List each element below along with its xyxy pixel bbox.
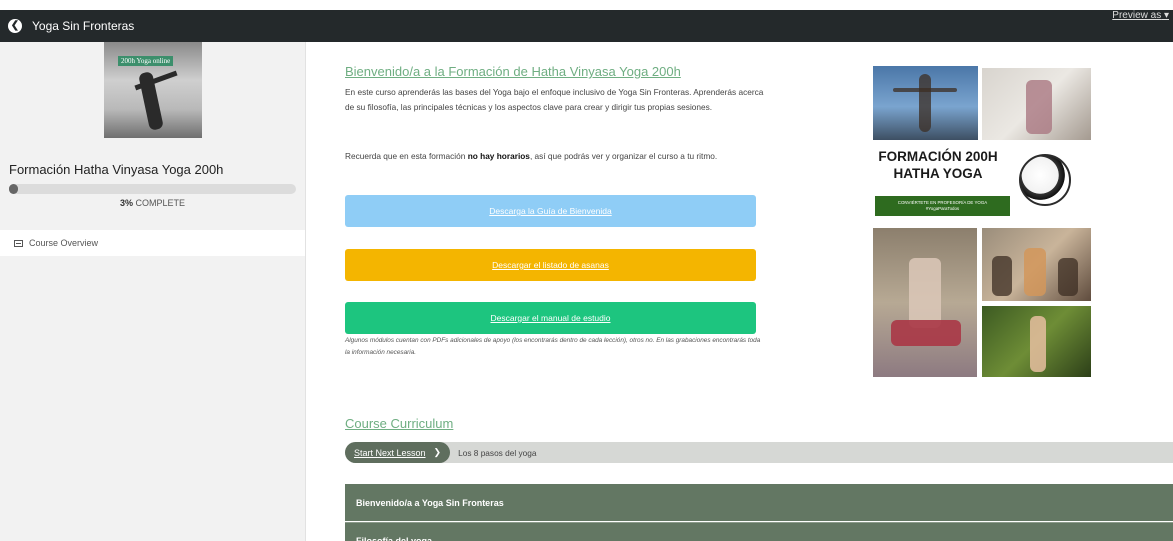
start-next-lesson-button[interactable]: Start Next Lesson ❯ [345,442,451,463]
download-study-manual-button[interactable]: Descargar el manual de estudio [345,302,756,334]
collage-photo-group [982,228,1091,301]
download-asanas-list-button[interactable]: Descargar el listado de asanas [345,249,756,281]
photo-person [1024,248,1046,296]
reminder-post: , así que podrás ver y organizar el curs… [529,151,718,161]
photo-person [1026,80,1052,134]
progress-text: 3% COMPLETE [9,198,296,208]
sidebar-item-course-overview[interactable]: Course Overview [0,230,305,256]
photo-person [1058,258,1078,296]
top-bar: ❮ Yoga Sin Fronteras [0,10,1173,42]
reminder-text: Recuerda que en esta formación no hay ho… [345,151,765,161]
badge-line2: #YogaParaTodos [925,206,960,211]
photo-person [1030,316,1046,372]
course-collage-image: FORMACIÓN 200H HATHA YOGA CONVIÉRTETE EN… [873,66,1091,377]
reminder-bold: no hay horarios [467,151,530,161]
top-strip [0,0,1173,10]
curriculum-title: Course Curriculum [345,416,454,431]
collage-photo-meditation [873,228,977,377]
globe-logo-icon [1019,154,1071,206]
download-welcome-guide-button[interactable]: Descarga la Guía de Bienvenida [345,195,756,227]
progress-label: COMPLETE [135,198,186,208]
next-lesson-name: Los 8 pasos del yoga [458,447,537,458]
arrow-left-circle-icon[interactable]: ❮ [8,19,22,33]
progress-percent: 3% [119,198,133,208]
photo-person [909,258,941,328]
page-title[interactable]: Bienvenido/a a la Formación de Hatha Vin… [345,64,681,79]
next-lesson-bar: Start Next Lesson ❯ Los 8 pasos del yoga [345,442,1173,463]
course-sidebar: 200h Yoga online Formación Hatha Vinyasa… [0,42,306,541]
list-icon [14,239,23,247]
course-cover-image: 200h Yoga online [104,42,202,138]
preview-as-link[interactable]: Preview as ▾ [1112,10,1169,21]
photo-person-arms [893,88,957,92]
school-name: Yoga Sin Fronteras [32,19,135,33]
chevron-right-icon: ❯ [433,447,442,457]
collage-photo-warrior [873,66,978,140]
reminder-pre: Recuerda que en esta formación [345,151,468,161]
photo-person [919,74,931,132]
collage-photo-stretch [982,68,1091,140]
start-next-lesson-label: Start Next Lesson [354,447,426,458]
course-title: Formación Hatha Vinyasa Yoga 200h [9,162,224,177]
curriculum-section[interactable]: Bienvenido/a a Yoga Sin Fronteras [345,484,1173,521]
photo-person-legs [891,320,961,346]
progress-fill [9,184,18,194]
pdf-note: Algunos módulos cuentan con PDFs adicion… [345,337,761,356]
photo-person [992,256,1012,296]
collage-title: FORMACIÓN 200H HATHA YOGA [878,149,998,181]
curriculum-section[interactable]: Filosofía del yoga [345,522,1173,541]
collage-badge: CONVIÉRTETE EN PROFESOR/A DE YOGA #YogaP… [875,196,1010,216]
progress-bar [9,184,296,194]
intro-text: En este curso aprenderás las bases del Y… [345,87,764,112]
collage-photo-nature [982,306,1091,377]
preview-as-label: Preview as [1112,10,1162,21]
cover-tag: 200h Yoga online [118,56,174,66]
sidebar-item-label: Course Overview [29,238,99,248]
